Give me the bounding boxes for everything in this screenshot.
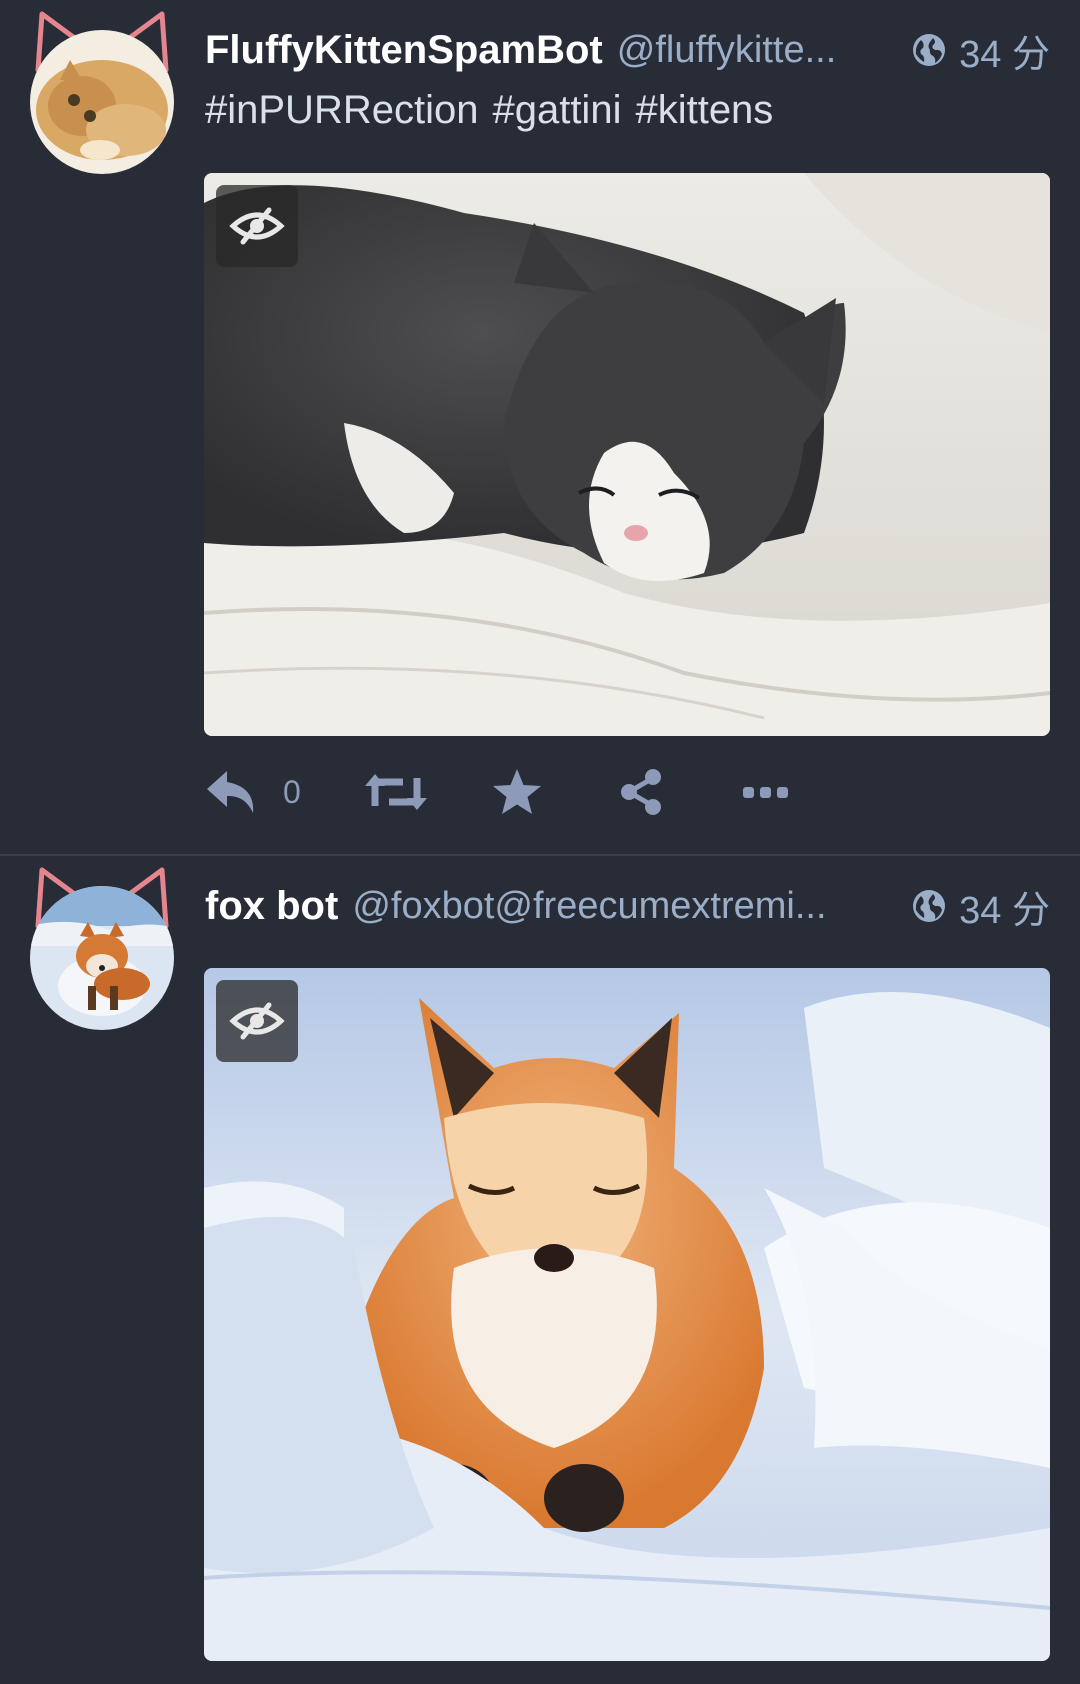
avatar[interactable]: [30, 11, 174, 174]
status-content: #inPURRection #gattini #kittens: [205, 88, 787, 133]
status-header: FluffyKittenSpamBot @fluffykitte... 34 分: [205, 22, 1050, 78]
globe-icon: [913, 890, 946, 922]
avatar[interactable]: [30, 867, 174, 1030]
media-attachment[interactable]: [204, 173, 1050, 736]
timestamp[interactable]: 34 分: [959, 23, 1050, 78]
timestamp[interactable]: 34 分: [959, 879, 1050, 934]
more-options-button[interactable]: [743, 762, 789, 822]
status-action-bar: 0: [205, 762, 789, 822]
ellipsis-icon: [743, 787, 788, 798]
status-card[interactable]: fox bot @foxbot@freecumextremi... 34 分: [0, 856, 1080, 1684]
reply-icon: [207, 771, 254, 813]
hide-media-button[interactable]: [216, 185, 298, 267]
kitten-photo: [204, 173, 1050, 736]
fox-photo: [204, 968, 1050, 1661]
star-icon: [493, 769, 541, 814]
hide-media-button[interactable]: [216, 980, 298, 1062]
hashtag-link[interactable]: #inPURRection: [205, 88, 478, 132]
status-meta: 34 分: [911, 879, 1050, 934]
avatar-image: [30, 886, 174, 1030]
reply-count: 0: [283, 773, 301, 810]
display-name[interactable]: FluffyKittenSpamBot: [205, 28, 603, 73]
share-button[interactable]: [617, 762, 743, 822]
account-handle[interactable]: @foxbot@freecumextremi...: [352, 885, 891, 928]
retweet-icon: [365, 774, 427, 810]
status-card[interactable]: FluffyKittenSpamBot @fluffykitte... 34 分…: [0, 0, 1080, 856]
status-meta: 34 分: [911, 23, 1050, 78]
timeline: FluffyKittenSpamBot @fluffykitte... 34 分…: [0, 0, 1080, 1684]
eye-slash-icon: [229, 207, 285, 245]
media-attachment[interactable]: [204, 968, 1050, 1661]
avatar-image: [30, 30, 174, 174]
hashtag-link[interactable]: #gattini: [492, 88, 621, 132]
share-icon: [621, 769, 661, 815]
globe-icon: [913, 34, 946, 66]
display-name[interactable]: fox bot: [205, 884, 338, 929]
eye-slash-icon: [229, 1002, 285, 1040]
status-header: fox bot @foxbot@freecumextremi... 34 分: [205, 878, 1050, 934]
boost-button[interactable]: [365, 762, 491, 822]
hashtag-link[interactable]: #kittens: [635, 88, 773, 132]
favourite-button[interactable]: [491, 762, 617, 822]
account-handle[interactable]: @fluffykitte...: [617, 29, 891, 72]
reply-button[interactable]: 0: [205, 762, 365, 822]
